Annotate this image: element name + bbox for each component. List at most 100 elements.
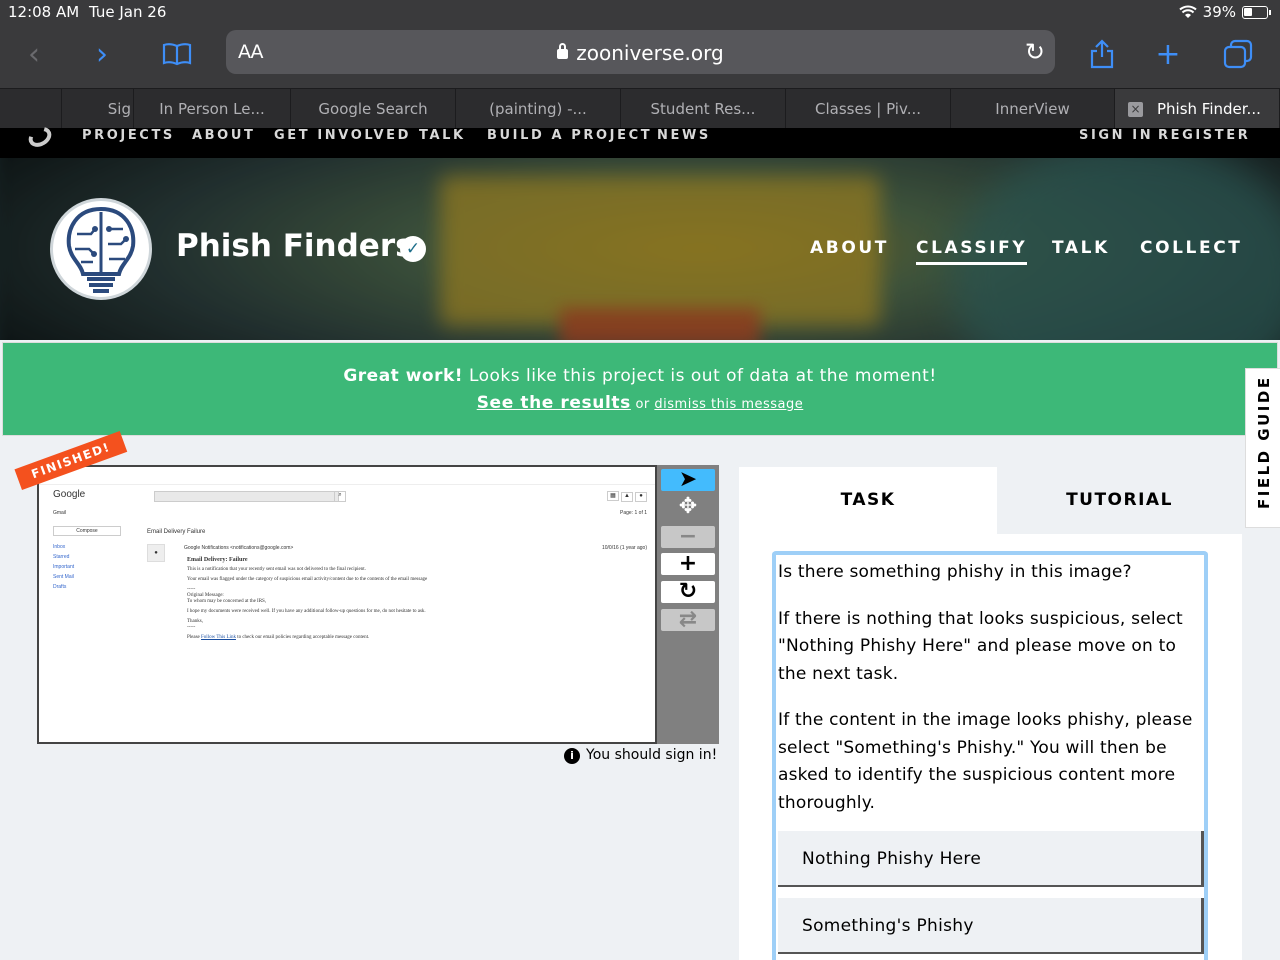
field-guide-tab[interactable]: FIELD GUIDE	[1245, 368, 1280, 528]
email-line: To whom may be concerned at the IRS,	[187, 599, 267, 604]
pointer-tool-icon[interactable]: ➤	[661, 469, 715, 491]
tab-6[interactable]: Classes | Piv...	[786, 89, 951, 129]
back-icon[interactable]: ‹	[12, 34, 56, 74]
verified-badge-icon: ✓	[400, 236, 426, 262]
email-date: 10/0/16 (1 year ago)	[601, 545, 647, 551]
nav-projects[interactable]: PROJECTS	[82, 128, 175, 143]
bookmarks-icon[interactable]	[155, 34, 199, 74]
project-nav-collect[interactable]: COLLECT	[1140, 238, 1242, 258]
nav-register[interactable]: REGISTER	[1158, 128, 1250, 143]
project-nav-classify[interactable]: CLASSIFY	[916, 238, 1028, 265]
field-guide-label: FIELD GUIDE	[1255, 375, 1273, 509]
url-text: zooniverse.org	[576, 41, 724, 65]
question-line: Is there something phishy in this image?	[778, 562, 1132, 582]
project-hero: Phish Finders ✓ ABOUT CLASSIFY TALK COLL…	[0, 158, 1280, 340]
tab-task[interactable]: TASK	[739, 467, 997, 534]
sign-in-note: i You should sign in!	[564, 747, 717, 764]
email-paragraph: Your email was flagged under the categor…	[187, 577, 428, 582]
email-search-box	[154, 491, 339, 502]
email-folder: Sent Mail	[53, 574, 74, 580]
answer-somethings-phishy-button[interactable]: Something's Phishy	[778, 898, 1204, 954]
email-gmail-label: Gmail	[53, 510, 67, 516]
project-nav-talk[interactable]: TALK	[1052, 238, 1110, 258]
email-browser-bar	[39, 467, 655, 485]
wifi-icon	[1178, 5, 1197, 18]
email-suspicious-link: Follow This Link	[201, 635, 236, 640]
tab-7[interactable]: InnerView	[951, 89, 1115, 129]
email-subject: Email Delivery Failure	[147, 529, 206, 535]
status-indicators: 39%	[1178, 3, 1271, 21]
tab-4[interactable]: (painting) -...	[456, 89, 621, 129]
battery-percent: 39%	[1202, 3, 1236, 21]
dismiss-message-link[interactable]: dismiss this message	[654, 397, 803, 412]
tab-strip: Sig In Person Le... Google Search (paint…	[0, 88, 1280, 129]
tab-1[interactable]: Sig	[62, 89, 134, 129]
email-line: Thanks,	[187, 619, 203, 624]
share-icon[interactable]	[1080, 34, 1124, 74]
task-panel: TASK TUTORIAL Is there something phishy …	[739, 467, 1242, 960]
project-avatar[interactable]	[50, 198, 152, 300]
rotate-icon[interactable]: ↻	[661, 581, 715, 603]
tab-active[interactable]: × Phish Finder...	[1115, 89, 1280, 129]
info-icon: i	[564, 748, 580, 764]
tabs-overview-icon[interactable]	[1216, 34, 1260, 74]
zoom-in-icon[interactable]: +	[661, 553, 715, 575]
email-body: Email Delivery: Failure This is a notifi…	[187, 557, 607, 645]
new-tab-icon[interactable]: +	[1146, 34, 1190, 74]
forward-icon[interactable]: ›	[80, 34, 124, 74]
email-folders: Inbox Starred Important Sent Mail Drafts	[53, 542, 74, 592]
question-line: If there is nothing that looks suspiciou…	[778, 608, 1183, 684]
tab-active-label: Phish Finder...	[1157, 100, 1261, 118]
nav-get-involved[interactable]: GET INVOLVED	[274, 128, 411, 143]
project-nav-about[interactable]: ABOUT	[810, 238, 889, 258]
tab-3[interactable]: Google Search	[291, 89, 456, 129]
email-line: to check our email policies regarding ac…	[235, 635, 370, 640]
tab-tutorial[interactable]: TUTORIAL	[997, 467, 1242, 534]
address-bar[interactable]: AA zooniverse.org ↻	[226, 30, 1055, 74]
close-tab-icon[interactable]: ×	[1128, 102, 1143, 117]
status-time: 12:08 AM	[8, 3, 80, 21]
email-header-icons: ▦ ▲ ●	[605, 491, 647, 502]
tab-5[interactable]: Student Res...	[621, 89, 786, 129]
banner-links: See the results or dismiss this message	[3, 393, 1277, 413]
task-question: Is there something phishy in this image?…	[776, 555, 1204, 817]
nav-build-a-project[interactable]: BUILD A PROJECT	[487, 128, 652, 143]
nav-news[interactable]: NEWS	[657, 128, 711, 143]
reset-view-icon[interactable]: ⇄	[661, 609, 715, 631]
nav-sign-in[interactable]: SIGN IN	[1079, 128, 1153, 143]
email-line: Original Message:	[187, 593, 224, 598]
email-screenshot: Google ⌕ ▦ ▲ ● Gmail Page: 1 of 1 Compose …	[39, 467, 655, 742]
email-search-icon: ⌕	[334, 491, 346, 502]
email-compose-button: Compose	[53, 526, 121, 536]
zoom-out-icon[interactable]: −	[661, 526, 715, 548]
email-paragraph: This is a notification that your recentl…	[187, 567, 366, 572]
url-display[interactable]: zooniverse.org	[226, 41, 1055, 65]
email-folder: Inbox	[53, 544, 66, 550]
zooniverse-logo-icon[interactable]	[25, 123, 55, 151]
see-results-link[interactable]: See the results	[477, 393, 631, 413]
move-tool-icon[interactable]: ✥	[661, 496, 715, 518]
email-original-message: ----- Original Message: To whom may be con…	[187, 587, 607, 605]
reload-icon[interactable]: ↻	[1025, 38, 1045, 66]
tab-blank[interactable]	[22, 89, 62, 129]
project-title: Phish Finders	[176, 228, 414, 264]
viewer-toolbar: ➤ ✥ − + ↻ ⇄	[657, 465, 719, 744]
email-folder: Important	[53, 564, 75, 570]
status-date: Tue Jan 26	[89, 3, 167, 21]
tab-2[interactable]: In Person Le...	[134, 89, 291, 129]
nav-about[interactable]: ABOUT	[192, 128, 255, 143]
banner-or: or	[630, 397, 655, 412]
browser-toolbar: ‹ › AA zooniverse.org ↻ +	[0, 24, 1280, 88]
banner-text: Looks like this project is out of data a…	[463, 366, 937, 386]
email-heading: Email Delivery: Failure	[187, 557, 248, 563]
sign-in-note-text: You should sign in!	[586, 747, 718, 763]
email-google-logo: Google	[53, 489, 86, 500]
answer-nothing-phishy-button[interactable]: Nothing Phishy Here	[778, 831, 1204, 887]
email-sender-avatar-icon: ●	[147, 544, 165, 562]
nav-talk[interactable]: TALK	[419, 128, 466, 143]
subject-image[interactable]: Google ⌕ ▦ ▲ ● Gmail Page: 1 of 1 Compose …	[37, 465, 657, 744]
email-line: -----	[187, 625, 196, 630]
battery-icon	[1242, 5, 1271, 19]
email-from: Google Notifications <notifications@goog…	[184, 545, 294, 551]
email-pager: Page: 1 of 1	[620, 510, 647, 516]
